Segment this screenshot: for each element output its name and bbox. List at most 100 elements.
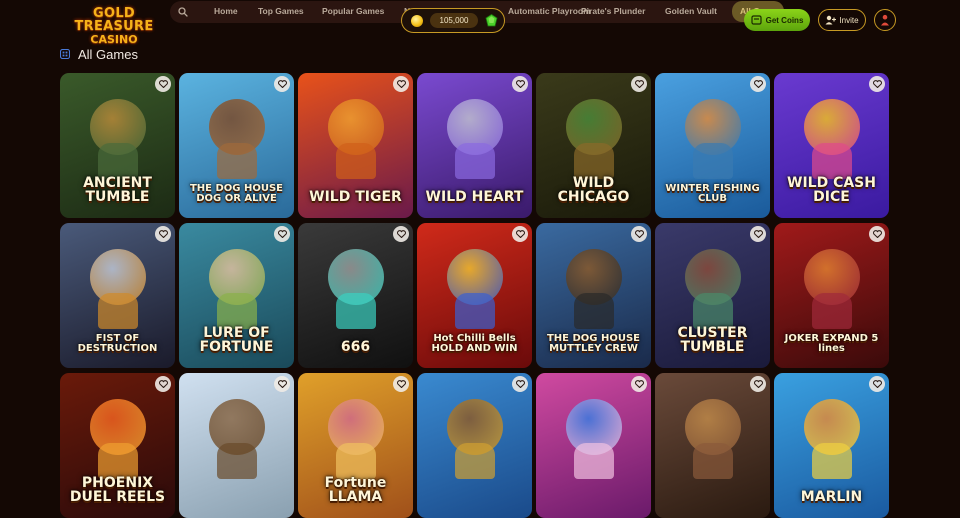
favorite-button[interactable] [631, 226, 647, 242]
game-title: Fortune LLAMA [324, 475, 387, 505]
section-header: All Games [60, 44, 138, 64]
get-coins-label: Get Coins [765, 15, 804, 25]
casino-logo[interactable]: GOLD TREASURE CASINO [62, 2, 166, 45]
game-tile[interactable]: Hot Chilli Bells HOLD AND WIN [417, 223, 532, 368]
game-title: MARLIN [800, 489, 863, 505]
game-art-body [812, 293, 852, 329]
heart-icon [753, 230, 763, 238]
favorite-button[interactable] [750, 376, 766, 392]
favorite-button[interactable] [393, 376, 409, 392]
search-button[interactable] [171, 1, 195, 22]
game-art-body [217, 443, 257, 479]
favorite-button[interactable] [155, 76, 171, 92]
game-tile[interactable]: WILD TIGER [298, 73, 413, 218]
game-art-body [455, 143, 495, 179]
get-coins-button[interactable]: Get Coins [744, 9, 810, 31]
game-tile[interactable]: MARLIN [774, 373, 889, 518]
favorite-button[interactable] [750, 76, 766, 92]
favorite-button[interactable] [631, 76, 647, 92]
favorite-button[interactable] [869, 226, 885, 242]
heart-icon [634, 380, 644, 388]
heart-icon [872, 80, 882, 88]
game-art-body [812, 143, 852, 179]
game-tile[interactable]: WILD CASH DICE [774, 73, 889, 218]
game-title: Hot Chilli Bells HOLD AND WIN [431, 333, 518, 354]
search-icon [178, 6, 188, 17]
game-tile[interactable]: WILD HEART [417, 73, 532, 218]
heart-icon [753, 80, 763, 88]
game-tile[interactable]: PHOENIX DUEL REELS [60, 373, 175, 518]
game-tile[interactable]: THE DOG HOUSE MUTTLEY CREW [536, 223, 651, 368]
favorite-button[interactable] [750, 226, 766, 242]
game-tile[interactable]: 666 [298, 223, 413, 368]
game-tile[interactable] [655, 373, 770, 518]
favorite-button[interactable] [393, 226, 409, 242]
game-title: FIST OF DESTRUCTION [77, 333, 158, 354]
game-tile[interactable]: FIST OF DESTRUCTION [60, 223, 175, 368]
favorite-button[interactable] [274, 376, 290, 392]
game-tile[interactable]: THE DOG HOUSE DOG OR ALIVE [179, 73, 294, 218]
heart-icon [277, 380, 287, 388]
invite-button[interactable]: Invite [818, 9, 866, 31]
game-title: JOKER EXPAND 5 lines [784, 333, 879, 354]
game-tile[interactable]: WINTER FISHING CLUB [655, 73, 770, 218]
game-tile[interactable] [179, 373, 294, 518]
profile-button[interactable] [874, 9, 896, 31]
nav-automatic-playroom[interactable]: Automatic Playroom [508, 1, 591, 22]
game-tile[interactable]: JOKER EXPAND 5 lines [774, 223, 889, 368]
game-tile[interactable]: WILD CHICAGO [536, 73, 651, 218]
heart-icon [158, 380, 168, 388]
nav-golden-vault[interactable]: Golden Vault [665, 1, 717, 22]
heart-icon [872, 380, 882, 388]
game-tile[interactable] [536, 373, 651, 518]
heart-icon [634, 230, 644, 238]
favorite-button[interactable] [393, 76, 409, 92]
favorite-button[interactable] [512, 76, 528, 92]
game-art-body [574, 143, 614, 179]
grid-icon [60, 49, 70, 59]
game-tile[interactable]: Fortune LLAMA [298, 373, 413, 518]
heart-icon [634, 80, 644, 88]
heart-icon [753, 380, 763, 388]
game-tile[interactable]: CLUSTER TUMBLE [655, 223, 770, 368]
game-art-body [98, 143, 138, 179]
favorite-button[interactable] [631, 376, 647, 392]
nav-pirates-plunder[interactable]: Pirate's Plunder [581, 1, 645, 22]
heart-icon [396, 230, 406, 238]
add-user-icon [825, 15, 837, 25]
game-tile[interactable] [417, 373, 532, 518]
favorite-button[interactable] [869, 76, 885, 92]
game-title: CLUSTER TUMBLE [677, 325, 748, 355]
game-title: LURE OF FORTUNE [199, 325, 274, 355]
nav-top-games[interactable]: Top Games [258, 1, 304, 22]
top-bar: GOLD TREASURE CASINO Home Top Games Popu… [0, 0, 960, 45]
game-art-body [336, 293, 376, 329]
invite-label: Invite [839, 15, 859, 25]
nav-popular-games[interactable]: Popular Games [322, 1, 384, 22]
game-tile[interactable]: ANCIENT TUMBLE [60, 73, 175, 218]
heart-icon [396, 80, 406, 88]
favorite-button[interactable] [155, 226, 171, 242]
favorite-button[interactable] [512, 376, 528, 392]
game-art-body [217, 143, 257, 179]
game-title: WILD CHICAGO [557, 175, 630, 205]
favorite-button[interactable] [274, 76, 290, 92]
game-title: 666 [340, 339, 371, 355]
favorite-button[interactable] [155, 376, 171, 392]
coin-icon [411, 15, 423, 27]
store-icon [751, 15, 762, 25]
game-tile[interactable]: LURE OF FORTUNE [179, 223, 294, 368]
favorite-button[interactable] [274, 226, 290, 242]
game-art-body [574, 443, 614, 479]
game-title: ANCIENT TUMBLE [83, 175, 152, 205]
favorite-button[interactable] [869, 376, 885, 392]
nav-home[interactable]: Home [214, 1, 238, 22]
logo-line-1: GOLD TREASURE [74, 6, 154, 34]
game-art-body [693, 143, 733, 179]
game-art-body [455, 443, 495, 479]
heart-icon [872, 230, 882, 238]
coin-balance[interactable]: 105,000 [401, 8, 505, 33]
favorite-button[interactable] [512, 226, 528, 242]
heart-icon [515, 230, 525, 238]
game-title: WINTER FISHING CLUB [665, 183, 760, 204]
